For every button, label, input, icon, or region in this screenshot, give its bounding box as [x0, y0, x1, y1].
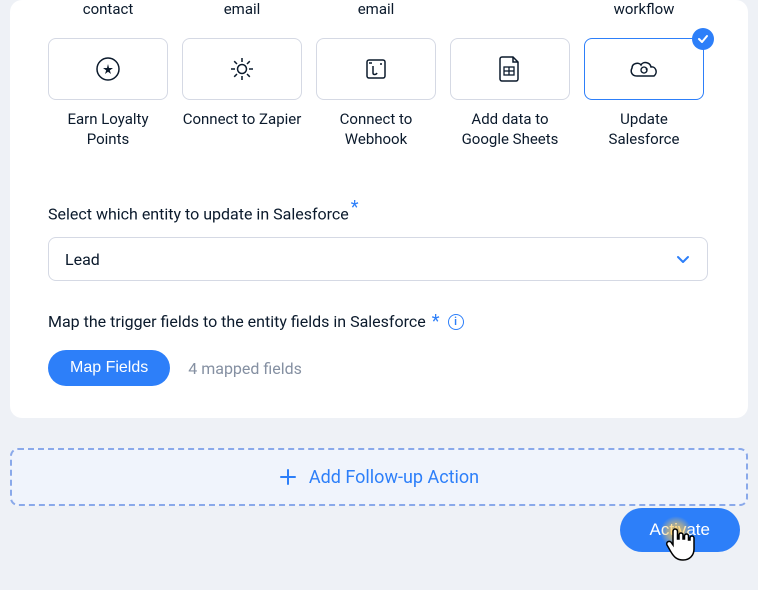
required-star-icon: *	[351, 197, 359, 218]
option-box	[450, 38, 570, 100]
option-label: Connect to Webhook	[316, 110, 436, 149]
option-webhook[interactable]: Connect to Webhook	[316, 38, 436, 149]
option-label: Add data to Google Sheets	[450, 110, 570, 149]
required-star-icon: *	[432, 311, 440, 332]
action-options-row: Earn Loyalty Points	[48, 38, 710, 149]
option-box	[316, 38, 436, 100]
followup-label: Add Follow-up Action	[309, 467, 479, 488]
entity-label-row: Select which entity to update in Salesfo…	[48, 197, 710, 223]
cloud-refresh-icon	[627, 56, 661, 82]
prev-label: email	[182, 0, 302, 18]
prev-row-labels: contact email email workflow	[48, 0, 710, 18]
chevron-down-icon	[675, 251, 691, 267]
prev-label: contact	[48, 0, 168, 18]
option-earn-loyalty[interactable]: Earn Loyalty Points	[48, 38, 168, 149]
prev-label: workflow	[584, 0, 704, 18]
option-label: Earn Loyalty Points	[48, 110, 168, 149]
mapping-group: Map the trigger fields to the entity fie…	[48, 311, 710, 386]
gear-icon	[228, 55, 256, 83]
webhook-icon	[362, 55, 390, 83]
option-box	[584, 38, 704, 100]
option-label: Connect to Zapier	[182, 110, 302, 130]
option-box	[182, 38, 302, 100]
prev-label: email	[316, 0, 436, 18]
activate-wrap: Activate	[620, 508, 740, 552]
plus-icon	[279, 468, 297, 486]
map-fields-button[interactable]: Map Fields	[48, 350, 170, 386]
option-google-sheets[interactable]: Add data to Google Sheets	[450, 38, 570, 149]
activate-button[interactable]: Activate	[620, 508, 740, 552]
mapping-controls: Map Fields 4 mapped fields	[48, 350, 710, 386]
mapping-label: Map the trigger fields to the entity fie…	[48, 312, 426, 331]
option-label: Update Salesforce	[584, 110, 704, 149]
star-circle-icon	[94, 55, 122, 83]
add-followup-action[interactable]: Add Follow-up Action	[10, 448, 748, 506]
mapped-count-text: 4 mapped fields	[188, 359, 302, 378]
option-salesforce[interactable]: Update Salesforce	[584, 38, 704, 149]
prev-label	[450, 0, 570, 18]
option-box	[48, 38, 168, 100]
sheet-icon	[497, 54, 523, 84]
entity-group: Select which entity to update in Salesfo…	[48, 197, 710, 281]
info-icon[interactable]: i	[448, 314, 464, 330]
entity-select[interactable]: Lead	[48, 237, 708, 281]
action-config-card: contact email email workflow Earn Loyalt…	[10, 0, 748, 418]
entity-label: Select which entity to update in Salesfo…	[48, 204, 349, 223]
selected-check-icon	[692, 28, 714, 50]
mapping-label-row: Map the trigger fields to the entity fie…	[48, 311, 710, 332]
option-zapier[interactable]: Connect to Zapier	[182, 38, 302, 149]
entity-select-value: Lead	[65, 250, 100, 269]
